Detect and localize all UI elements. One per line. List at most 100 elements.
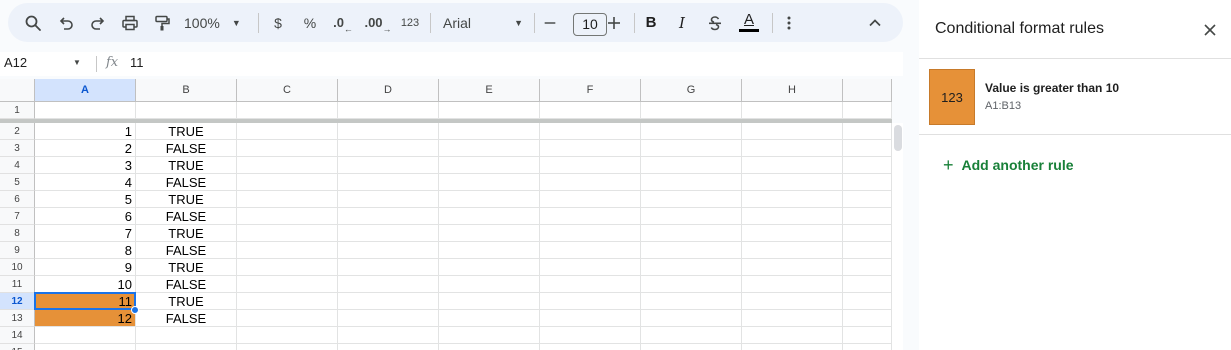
table-cell[interactable] <box>439 310 540 327</box>
more-options-icon[interactable] <box>780 3 798 42</box>
cell-b15[interactable] <box>136 344 237 350</box>
table-cell[interactable] <box>338 225 439 242</box>
table-cell[interactable] <box>338 310 439 327</box>
table-cell[interactable] <box>843 157 892 174</box>
cell-a1[interactable] <box>35 102 136 119</box>
table-cell[interactable] <box>540 208 641 225</box>
table-cell[interactable] <box>237 191 338 208</box>
table-cell[interactable] <box>641 102 742 119</box>
cell-a6[interactable]: 5 <box>35 191 136 208</box>
paint-format-icon[interactable] <box>151 3 173 42</box>
cell-a4[interactable]: 3 <box>35 157 136 174</box>
table-cell[interactable] <box>338 242 439 259</box>
row-header-14[interactable]: 14 <box>0 327 35 344</box>
row-header-10[interactable]: 10 <box>0 259 35 276</box>
formula-input[interactable]: 11 <box>130 55 144 70</box>
table-cell[interactable] <box>338 140 439 157</box>
table-cell[interactable] <box>540 157 641 174</box>
table-cell[interactable] <box>237 157 338 174</box>
cell-b6[interactable]: TRUE <box>136 191 237 208</box>
cell-a11[interactable]: 10 <box>35 276 136 293</box>
table-cell[interactable] <box>540 327 641 344</box>
table-cell[interactable] <box>843 102 892 119</box>
table-cell[interactable] <box>237 276 338 293</box>
table-cell[interactable] <box>237 225 338 242</box>
table-cell[interactable] <box>843 140 892 157</box>
table-cell[interactable] <box>742 208 843 225</box>
table-cell[interactable] <box>439 174 540 191</box>
table-cell[interactable] <box>540 140 641 157</box>
table-cell[interactable] <box>641 327 742 344</box>
table-cell[interactable] <box>843 310 892 327</box>
table-cell[interactable] <box>439 242 540 259</box>
table-cell[interactable] <box>540 344 641 350</box>
cell-b2[interactable]: TRUE <box>136 123 237 140</box>
table-cell[interactable] <box>237 208 338 225</box>
add-rule-button[interactable]: + Add another rule <box>943 156 1074 174</box>
cell-b14[interactable] <box>136 327 237 344</box>
row-header-4[interactable]: 4 <box>0 157 35 174</box>
row-header-7[interactable]: 7 <box>0 208 35 225</box>
increase-decimal-button[interactable]: .00 → <box>364 3 392 42</box>
spreadsheet-grid[interactable]: A B C D E F G H 1 2 1 TRUE 3 2 FALSE 4 3 TRUE 5 4 FALSE 6 5 TRU… <box>0 79 892 350</box>
table-cell[interactable] <box>338 344 439 350</box>
table-cell[interactable] <box>742 191 843 208</box>
column-header-h[interactable]: H <box>742 79 843 102</box>
table-cell[interactable] <box>742 225 843 242</box>
table-cell[interactable] <box>338 276 439 293</box>
table-cell[interactable] <box>439 327 540 344</box>
row-header-1[interactable]: 1 <box>0 102 35 119</box>
table-cell[interactable] <box>742 242 843 259</box>
cell-b8[interactable]: TRUE <box>136 225 237 242</box>
table-cell[interactable] <box>641 123 742 140</box>
name-box[interactable]: A12 <box>4 55 27 70</box>
table-cell[interactable] <box>338 174 439 191</box>
currency-button[interactable]: $ <box>270 3 286 42</box>
table-cell[interactable] <box>338 123 439 140</box>
cell-a12[interactable]: 11 <box>35 293 136 310</box>
table-cell[interactable] <box>843 344 892 350</box>
row-header-8[interactable]: 8 <box>0 225 35 242</box>
cell-a2[interactable]: 1 <box>35 123 136 140</box>
table-cell[interactable] <box>237 140 338 157</box>
cell-b12[interactable]: TRUE <box>136 293 237 310</box>
table-cell[interactable] <box>742 310 843 327</box>
text-color-button[interactable]: A <box>737 3 761 42</box>
table-cell[interactable] <box>843 174 892 191</box>
table-cell[interactable] <box>540 310 641 327</box>
column-header-f[interactable]: F <box>540 79 641 102</box>
table-cell[interactable] <box>641 140 742 157</box>
table-cell[interactable] <box>237 123 338 140</box>
table-cell[interactable] <box>641 242 742 259</box>
table-cell[interactable] <box>237 259 338 276</box>
table-cell[interactable] <box>843 293 892 310</box>
redo-icon[interactable] <box>88 3 108 42</box>
cell-a7[interactable]: 6 <box>35 208 136 225</box>
freeze-divider[interactable] <box>0 119 892 123</box>
table-cell[interactable] <box>540 174 641 191</box>
table-cell[interactable] <box>641 208 742 225</box>
table-cell[interactable] <box>540 102 641 119</box>
table-cell[interactable] <box>439 276 540 293</box>
table-cell[interactable] <box>843 208 892 225</box>
column-header-b[interactable]: B <box>136 79 237 102</box>
row-header-2[interactable]: 2 <box>0 123 35 140</box>
row-header-9[interactable]: 9 <box>0 242 35 259</box>
table-cell[interactable] <box>338 259 439 276</box>
cell-b11[interactable]: FALSE <box>136 276 237 293</box>
table-cell[interactable] <box>843 225 892 242</box>
column-header-c[interactable]: C <box>237 79 338 102</box>
table-cell[interactable] <box>338 293 439 310</box>
table-cell[interactable] <box>843 327 892 344</box>
table-cell[interactable] <box>338 157 439 174</box>
table-cell[interactable] <box>540 259 641 276</box>
table-cell[interactable] <box>540 293 641 310</box>
chevron-down-icon[interactable]: ▼ <box>73 58 81 67</box>
table-cell[interactable] <box>641 276 742 293</box>
cell-b4[interactable]: TRUE <box>136 157 237 174</box>
table-cell[interactable] <box>742 293 843 310</box>
cell-a14[interactable] <box>35 327 136 344</box>
table-cell[interactable] <box>439 259 540 276</box>
scrollbar-thumb[interactable] <box>894 125 902 151</box>
table-cell[interactable] <box>439 123 540 140</box>
